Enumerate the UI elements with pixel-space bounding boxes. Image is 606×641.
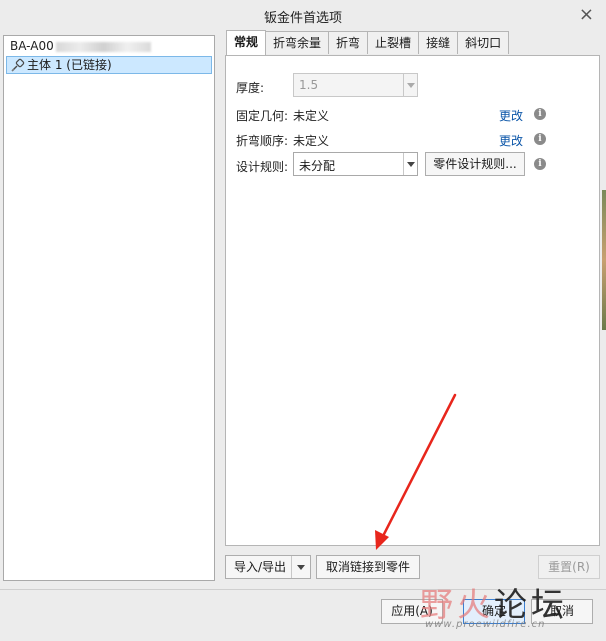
- tab-general[interactable]: 常规: [226, 30, 267, 55]
- annotation-arrow: [375, 393, 457, 550]
